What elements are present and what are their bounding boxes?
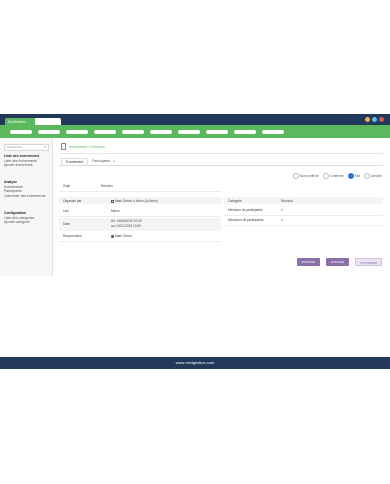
status-label: Non confirmé xyxy=(299,174,319,178)
menu-item-5[interactable] xyxy=(122,130,144,134)
menu-item-6[interactable] xyxy=(150,130,172,134)
divider xyxy=(59,191,221,192)
tab-label: Evénement xyxy=(66,160,84,164)
responsible-label: Responsable xyxy=(63,234,82,238)
search-placeholder: Rechercher xyxy=(7,145,23,149)
tabs-divider xyxy=(59,165,383,166)
menu-item-8[interactable] xyxy=(206,130,228,134)
divider xyxy=(224,215,383,216)
status-option-cancel[interactable]: Annuler xyxy=(364,173,382,179)
min-participants-label: Minimum de participants xyxy=(228,208,263,212)
organizer-label: Organisé par xyxy=(63,199,82,203)
sidebar-group-events: Liste des événements Liste des événement… xyxy=(4,154,39,168)
footer-link[interactable]: www.nextgestion.com xyxy=(176,360,215,365)
responsible-text: Mark Simon xyxy=(115,234,133,238)
sidebar-group-configuration: Configuration Liste des catégories Ajout… xyxy=(4,211,34,225)
sidebar-heading: Liste des événements xyxy=(4,154,40,158)
sidebar-group-analysis: Analyse Evénements Participants Calendri… xyxy=(4,180,45,198)
status-option-confirm[interactable]: Confirmer xyxy=(322,173,344,179)
document-icon xyxy=(61,143,66,150)
participants-count-badge: 0 xyxy=(112,159,115,163)
modify-button[interactable]: MODIFIER xyxy=(297,258,320,266)
divider xyxy=(59,216,221,217)
status-label: Confirmer xyxy=(329,174,344,178)
location-value: Maroc xyxy=(111,209,120,213)
sidebar: Rechercher ▾ Liste des événements Liste … xyxy=(0,138,53,276)
status-selector: Non confirmé Confirmer Fait Annuler xyxy=(292,173,382,179)
window-controls xyxy=(365,117,384,122)
sidebar-item-add-event[interactable]: Ajouter événement xyxy=(4,163,39,168)
tab-bar: Evénement Participants 0 xyxy=(61,158,119,165)
date-label: Date xyxy=(63,222,70,226)
sidebar-item-calendar[interactable]: Calendrier des événements xyxy=(4,194,45,199)
close-dot-icon[interactable] xyxy=(379,117,384,122)
status-label: Fait xyxy=(354,174,360,178)
delete-button[interactable]: SUPPRIMER xyxy=(355,258,382,266)
status-option-done[interactable]: Fait xyxy=(347,173,360,179)
menu-item-7[interactable] xyxy=(178,130,200,134)
maximize-dot-icon[interactable] xyxy=(372,117,377,122)
menu-item-1[interactable] xyxy=(10,130,32,134)
menu-item-9[interactable] xyxy=(234,130,256,134)
tab-event[interactable]: Evénement xyxy=(61,158,89,165)
organizer-value: Mark Simon A.Kevin (A.Kevin) xyxy=(111,199,158,203)
status-option-unconfirmed[interactable]: Non confirmé xyxy=(292,173,319,179)
menu-item-4[interactable] xyxy=(94,130,116,134)
breadcrumb: Evénement > Réunion xyxy=(61,143,105,150)
subject-label: Sujet xyxy=(63,184,71,188)
organizer-text: Mark Simon A.Kevin (A.Kevin) xyxy=(115,199,158,203)
radio-icon[interactable] xyxy=(292,173,299,179)
menu-item-2[interactable] xyxy=(38,130,60,134)
menu-item-10[interactable] xyxy=(262,130,284,134)
chevron-down-icon[interactable]: ▾ xyxy=(44,145,46,150)
subject-value: Réunion xyxy=(101,184,113,188)
max-participants-value: 1 xyxy=(281,218,283,222)
min-participants-value: 1 xyxy=(281,208,283,212)
location-label: Lieu xyxy=(63,209,70,213)
category-value: Réunion xyxy=(281,199,293,203)
sidebar-item-add-category[interactable]: Ajouter catégorie xyxy=(4,220,34,225)
sidebar-search-input[interactable]: Rechercher ▾ xyxy=(4,144,49,151)
radio-icon[interactable] xyxy=(322,173,329,179)
divider xyxy=(59,241,221,242)
radio-selected-icon[interactable] xyxy=(347,173,354,179)
menu-item-3[interactable] xyxy=(66,130,88,134)
date-to-value: au: 24/11/2019 10:00 xyxy=(111,224,141,228)
divider xyxy=(59,153,383,154)
category-label: Catégorie xyxy=(228,199,242,203)
radio-icon[interactable] xyxy=(364,173,370,179)
user-card-icon xyxy=(111,199,114,203)
app-window: NextGestion Rechercher ▾ Liste des événe… xyxy=(0,0,390,484)
cancel-button[interactable]: ANNULER xyxy=(326,258,349,266)
status-label: Annuler xyxy=(371,174,382,178)
breadcrumb-text[interactable]: Evénement > Réunion xyxy=(69,145,105,149)
user-icon xyxy=(111,234,114,238)
max-participants-label: Maximum de participants xyxy=(228,218,264,222)
tab-label: Participants xyxy=(92,159,110,163)
divider xyxy=(224,225,383,226)
responsible-value: Mark Simon xyxy=(111,234,132,238)
minimize-dot-icon[interactable] xyxy=(365,117,370,122)
date-from-value: De: 15/05/2019 10:00 xyxy=(111,219,142,223)
tab-participants[interactable]: Participants 0 xyxy=(88,158,118,165)
footer: www.nextgestion.com xyxy=(0,357,390,369)
row-background xyxy=(224,197,383,204)
